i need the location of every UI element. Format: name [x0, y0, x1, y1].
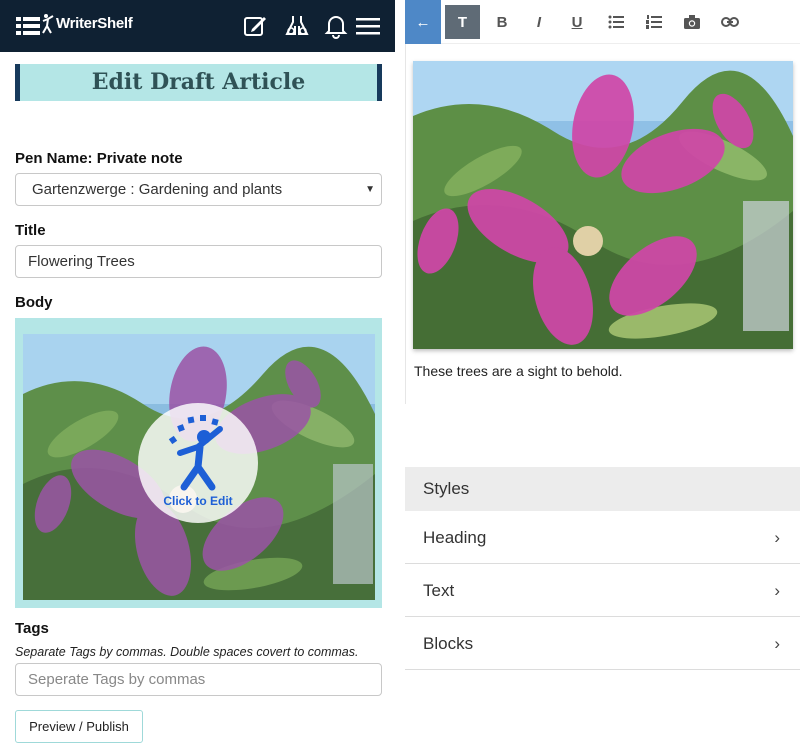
style-option-blocks[interactable]: Blocks › [405, 617, 800, 670]
brand-name[interactable]: WriterShelf [56, 15, 133, 32]
image-caption[interactable]: These trees are a sight to behold. [414, 363, 623, 379]
writershelf-logo-icon [42, 14, 54, 34]
link-icon [721, 17, 739, 27]
pen-name-label: Pen Name: Private note [15, 150, 183, 167]
edit-note-icon[interactable] [241, 12, 269, 40]
style-option-text[interactable]: Text › [405, 564, 800, 617]
bullet-list-button[interactable] [597, 0, 635, 44]
dropdown-caret-icon: ▼ [365, 184, 375, 195]
text-style-icon: T [457, 13, 468, 31]
title-input[interactable]: Flowering Trees [15, 245, 382, 278]
bold-icon: B [496, 13, 508, 31]
click-to-edit-label: Click to Edit [163, 494, 233, 508]
underline-button[interactable]: U [558, 0, 596, 44]
chevron-right-icon: › [774, 528, 780, 547]
italic-icon: I [536, 13, 542, 31]
tags-input[interactable]: Seperate Tags by commas [15, 663, 382, 696]
style-option-label: Text [423, 581, 455, 600]
top-navbar: WriterShelf [0, 0, 395, 52]
discover-icon[interactable] [283, 12, 311, 40]
text-style-button[interactable]: T [445, 5, 480, 39]
back-arrow-icon: ← [415, 13, 431, 31]
tags-label: Tags [15, 620, 49, 637]
right-panel: ← T B I U These trees are a sight to beh… [405, 0, 800, 744]
insert-image-button[interactable] [673, 0, 711, 44]
tags-hint: Separate Tags by commas. Double spaces c… [15, 645, 359, 659]
page-title: Edit Draft Article [91, 69, 306, 95]
bullet-list-icon [608, 15, 624, 29]
pen-name-value: Gartenzwerge : Gardening and plants [32, 181, 283, 198]
bold-button[interactable]: B [483, 0, 521, 44]
italic-button[interactable]: I [520, 0, 558, 44]
tags-input-placeholder: Seperate Tags by commas [28, 671, 206, 688]
underline-icon: U [571, 13, 583, 31]
numbered-list-icon [646, 15, 662, 29]
list-menu-icon[interactable] [14, 12, 42, 40]
pen-name-select[interactable]: Gartenzwerge : Gardening and plants ▼ [15, 173, 382, 206]
notification-bell-icon[interactable] [322, 12, 350, 40]
body-label: Body [15, 294, 53, 311]
title-input-value: Flowering Trees [28, 253, 135, 270]
hamburger-menu-icon[interactable] [354, 12, 382, 40]
page-title-banner: Edit Draft Article [15, 64, 382, 101]
back-arrow-button[interactable]: ← [405, 0, 441, 44]
style-option-label: Heading [423, 528, 487, 547]
style-option-heading[interactable]: Heading › [405, 511, 800, 564]
numbered-list-button[interactable] [635, 0, 673, 44]
style-option-label: Blocks [423, 634, 474, 653]
camera-icon [684, 15, 700, 29]
preview-publish-button[interactable]: Preview / Publish [15, 710, 143, 743]
writer-figure-icon [168, 415, 223, 491]
title-label: Title [15, 222, 46, 239]
editor-article-image[interactable] [413, 61, 793, 349]
flower-photo-icon [413, 61, 793, 349]
left-panel: WriterShelf Edit Draft Article Pen Name:… [0, 0, 395, 744]
chevron-right-icon: › [774, 634, 780, 653]
click-to-edit-overlay[interactable]: Click to Edit [138, 403, 258, 523]
editor-toolbar: ← T B I U [405, 0, 800, 44]
editor-divider [405, 44, 406, 404]
insert-link-button[interactable] [711, 0, 749, 44]
chevron-right-icon: › [774, 581, 780, 600]
styles-panel-header: Styles [405, 467, 800, 511]
